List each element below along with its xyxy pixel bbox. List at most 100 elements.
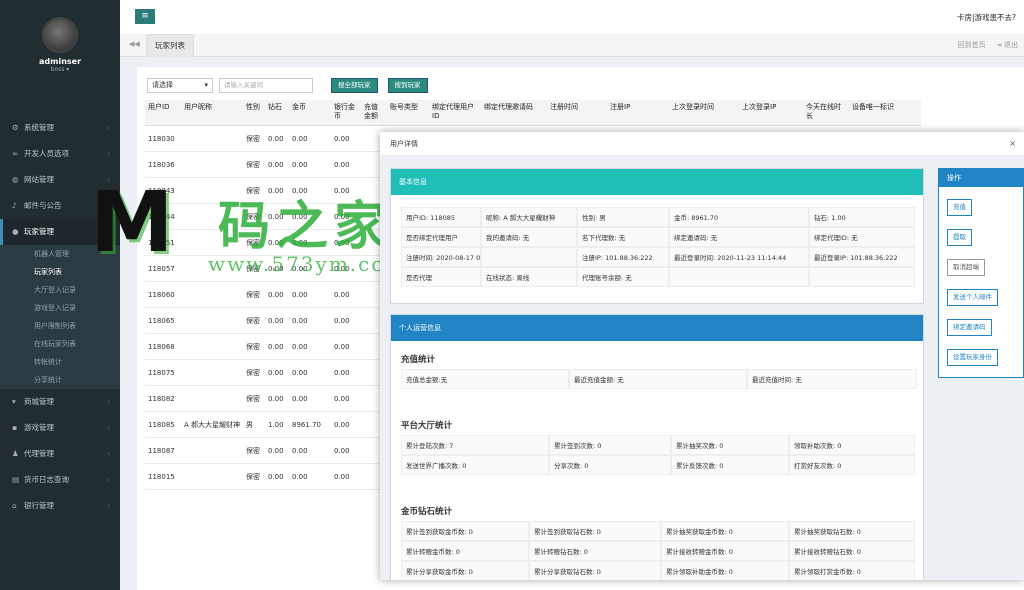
cell-dia: 1.00 <box>268 420 284 429</box>
personal-info-box: 个人运营信息 充值统计 充值总金额:无 最近充值金额: 无最近充值时间: 无 平台… <box>390 314 924 580</box>
col-header[interactable]: 设备唯一标识 <box>849 100 919 125</box>
cell-dia: 0.00 <box>268 290 284 299</box>
sidebar-item-label: 货币日志查询 <box>24 475 69 484</box>
col-header[interactable]: 银行金币 <box>331 100 361 125</box>
cell-id: 118057 <box>148 264 175 273</box>
top-right-text[interactable]: 卡房|游戏患不去? <box>957 12 1016 23</box>
cell-id: 118085 <box>148 420 175 429</box>
cell-id: 118036 <box>148 160 175 169</box>
submenu-item[interactable]: 分享统计 <box>0 371 120 389</box>
home-link[interactable]: 回到首页 <box>958 41 986 49</box>
submenu-item[interactable]: 机器人管理 <box>0 245 120 263</box>
col-header[interactable]: 金币 <box>289 100 331 125</box>
recharge-button[interactable]: 充值 <box>947 199 972 216</box>
withdraw-button[interactable]: 提取 <box>947 229 972 246</box>
submenu-item-active[interactable]: 玩家列表 <box>0 263 120 281</box>
search-button[interactable]: 搜到玩家 <box>387 78 428 93</box>
cell-id: 118043 <box>148 186 175 195</box>
sidebar-item-system[interactable]: ⚙ 系统管理 ‹ <box>0 115 120 141</box>
grid-cell: 累计抽奖次数: 0 <box>671 435 789 455</box>
sidebar-item-label: 代理管理 <box>24 449 54 458</box>
grid-cell: 代理账号余额: 无 <box>577 267 669 287</box>
sidebar-item-label: 玩家管理 <box>24 227 54 236</box>
col-header[interactable]: 性别 <box>243 100 265 125</box>
col-header[interactable]: 钻石 <box>265 100 289 125</box>
cell-dia: 0.00 <box>268 264 284 273</box>
submenu-item[interactable]: 用户限制列表 <box>0 317 120 335</box>
link-icon: ∞ <box>12 149 19 158</box>
menu-toggle-button[interactable]: ≡ <box>135 9 155 24</box>
sidebar-item-currency-log[interactable]: ▤ 货币日志查询 ‹ <box>0 467 120 493</box>
col-header[interactable]: 上次登录时间 <box>669 100 739 125</box>
chevron-left-icon: ‹ <box>107 475 110 484</box>
user-role-dropdown[interactable]: boss ▾ <box>0 66 120 73</box>
col-header[interactable]: 注册IP <box>607 100 669 125</box>
grid-row: 用户ID: 118085 昵称: A 郝大大星耀财神 性别: 男金币: 8961.7… <box>401 207 915 227</box>
grid-row: 累计分享获取金币数: 0 累计分享获取钻石数: 0 累计领取补助金币数: 0 累计领取… <box>401 561 915 580</box>
col-header[interactable]: 绑定代理邀请码 <box>481 100 547 125</box>
grid-row: 注册时间: 2020-08-17 00:56:23 注册IP: 101.88.36… <box>401 247 915 267</box>
grid-cell <box>481 247 577 267</box>
col-header[interactable]: 今天在线时长 <box>803 100 849 125</box>
grid-cell: 累计转赠钻石数: 0 <box>529 541 661 561</box>
grid-cell: 累计登陆次数: 7 <box>401 435 549 455</box>
close-icon[interactable]: ⨯ <box>1009 132 1016 156</box>
sidebar: adminser boss ▾ ⚙ 系统管理 ‹ ∞ 开发人员选项 ‹ ◍ 网站管理 ‹ ♪… <box>0 0 120 590</box>
search-all-button[interactable]: 搜全部玩家 <box>331 78 378 93</box>
set-identity-button[interactable]: 设置玩家身份 <box>947 349 998 366</box>
grid-cell: 金币: 8961.70 <box>669 207 809 227</box>
col-header[interactable]: 上次登录IP <box>739 100 803 125</box>
col-header[interactable]: 账号类型 <box>387 100 429 125</box>
basic-info-header: 基本信息 <box>391 169 923 195</box>
cell-id: 118068 <box>148 342 175 351</box>
sidebar-item-mail[interactable]: ♪ 邮件与公告 ‹ <box>0 193 120 219</box>
submenu-item[interactable]: 游戏登入记录 <box>0 299 120 317</box>
cell-sex: 保密 <box>246 446 260 455</box>
user-detail-modal: 用户详情 ⨯ 基本信息 用户ID: 118085 昵称: A 郝大大星耀财神 性别:… <box>380 132 1024 580</box>
sidebar-item-players[interactable]: ● 玩家管理 ⌄ <box>0 219 120 245</box>
col-header[interactable]: 绑定代理用户ID <box>429 100 481 125</box>
coin-title: 金币钻石统计 <box>401 507 453 517</box>
col-header[interactable]: 用户昵称 <box>181 100 243 125</box>
submenu-item[interactable]: 大厅登入记录 <box>0 281 120 299</box>
col-header[interactable]: 用户ID <box>145 100 181 125</box>
cell-dia: 0.00 <box>268 160 284 169</box>
search-input[interactable]: 请输入关键词 <box>219 78 313 93</box>
cell-bank: 0.00 <box>334 264 350 273</box>
cell-dia: 0.00 <box>268 186 284 195</box>
grid-cell: 绑定代理ID: 无 <box>809 227 915 247</box>
grid-cell: 累计抽奖获取金币数: 0 <box>661 521 789 541</box>
cell-nick: A 郝大大星耀财神 <box>184 420 241 429</box>
sidebar-item-agents[interactable]: ♟ 代理管理 ‹ <box>0 441 120 467</box>
sidebar-item-games[interactable]: ▪ 游戏管理 ‹ <box>0 415 120 441</box>
grid-cell: 领取补助次数: 0 <box>789 435 915 455</box>
bind-invite-button[interactable]: 绑定邀请码 <box>947 319 992 336</box>
sidebar-item-website[interactable]: ◍ 网站管理 ‹ <box>0 167 120 193</box>
submenu-item[interactable]: 在线玩家列表 <box>0 335 120 353</box>
grid-row: 充值总金额:无 最近充值金额: 无最近充值时间: 无 <box>401 369 917 389</box>
sidebar-item-developer[interactable]: ∞ 开发人员选项 ‹ <box>0 141 120 167</box>
tab-player-list[interactable]: 玩家列表 <box>146 34 194 57</box>
send-mail-button[interactable]: 发送个人邮件 <box>947 289 998 306</box>
cell-id: 118030 <box>148 134 175 143</box>
sidebar-item-bank[interactable]: ⌂ 银行管理 ‹ <box>0 493 120 519</box>
cell-bank: 0.00 <box>334 160 350 169</box>
filter-select[interactable]: 请选择 <box>147 78 213 93</box>
grid-cell: 钻石: 1.00 <box>809 207 915 227</box>
tab-prev-icon[interactable]: ◀◀ <box>129 40 140 48</box>
sidebar-item-label: 游戏管理 <box>24 423 54 432</box>
cart-icon: ▾ <box>12 397 16 406</box>
coin-grid: 累计签到获取金币数: 0 累计签到获取钻石数: 0 累计抽奖获取金币数: 0 累计抽奖… <box>401 521 915 580</box>
cell-id: 118082 <box>148 394 175 403</box>
grid-cell: 累计抽奖获取钻石数: 0 <box>789 521 915 541</box>
grid-cell: 累计领取打赏金币数: 0 <box>789 561 915 580</box>
grid-cell: 分享次数: 0 <box>549 455 671 475</box>
sidebar-item-shop[interactable]: ▾ 商城管理 ‹ <box>0 389 120 415</box>
col-header[interactable]: 注册时间 <box>547 100 607 125</box>
grid-cell: 我的邀请码: 无 <box>481 227 577 247</box>
submenu-item[interactable]: 转帐统计 <box>0 353 120 371</box>
grid-cell: 累计签到次数: 0 <box>549 435 671 455</box>
logout-link[interactable]: ⇥ 退出 <box>996 41 1018 49</box>
col-header[interactable]: 充值金额 <box>361 100 387 125</box>
cancel-super-button[interactable]: 取消超端 <box>947 259 985 276</box>
